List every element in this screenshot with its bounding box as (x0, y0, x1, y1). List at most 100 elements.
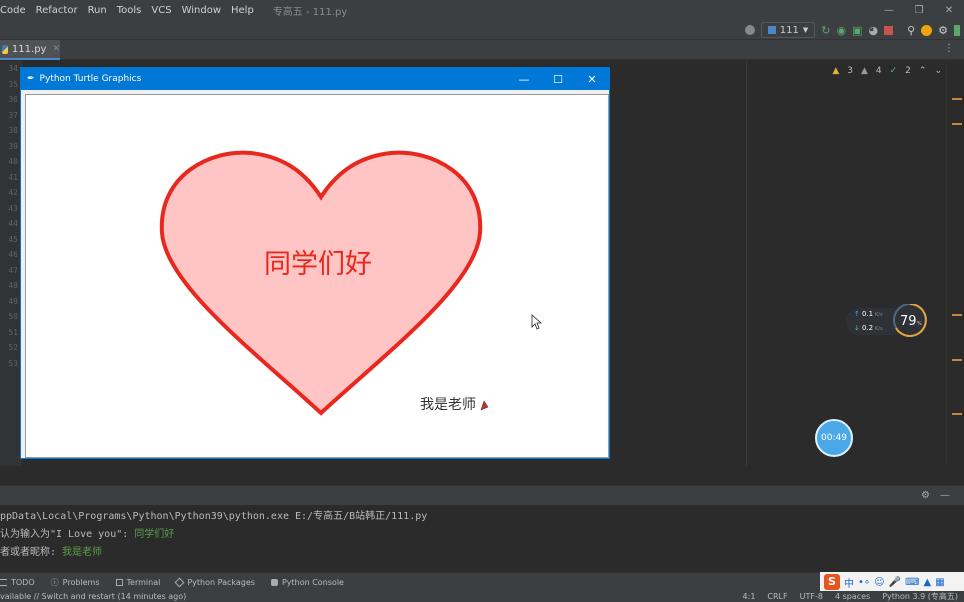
line-number: 50 (8, 312, 18, 321)
ime-mode[interactable]: 中 (844, 575, 854, 590)
debug-icon[interactable]: ◉ (836, 24, 846, 37)
window-controls: — ❐ ✕ (874, 0, 964, 20)
line-separator[interactable]: CRLF (767, 591, 787, 602)
tool-problems[interactable]: ⓘ Problems (51, 577, 100, 588)
mouse-pointer-icon (531, 314, 543, 330)
update-icon[interactable] (921, 24, 933, 36)
turtle-window-titlebar[interactable]: ✒ Python Turtle Graphics — ☐ ✕ (21, 68, 609, 90)
plugin-icon[interactable] (954, 24, 960, 36)
menu-help[interactable]: Help (226, 5, 259, 16)
stop-icon[interactable] (884, 25, 894, 35)
line-number: 52 (8, 343, 18, 352)
svg-text:↑: ↑ (854, 310, 860, 318)
info-icon: ⓘ (50, 577, 59, 587)
tab-label: 111.py (11, 43, 47, 55)
line-number: 46 (8, 250, 18, 259)
menu-run[interactable]: Run (83, 5, 112, 16)
tab-111-py[interactable]: 111.py ✕ (0, 40, 60, 60)
turtle-maximize-icon[interactable]: ☐ (541, 73, 575, 86)
error-stripe-mark[interactable] (952, 123, 962, 125)
line-number: 43 (8, 203, 18, 213)
profile-icon[interactable]: ◕ (868, 24, 878, 37)
skin-icon[interactable]: ▲ (924, 577, 932, 588)
turtle-window-title: Python Turtle Graphics (39, 74, 142, 84)
line-number: 47 (8, 265, 18, 275)
menu-tools[interactable]: Tools (112, 5, 147, 16)
chevron-down-icon[interactable]: ⌄ (934, 66, 942, 76)
upload-speed: 0.1 (862, 310, 873, 318)
svg-text:↓: ↓ (854, 324, 860, 332)
emoji-icon[interactable]: ☺ (874, 577, 884, 588)
console-output-line: 认为输入为"I Love you": 同学们好 (0, 526, 964, 544)
ide-window: Code Refactor Run Tools VCS Window Help … (0, 0, 964, 602)
tool-python-console[interactable]: Python Console (270, 578, 344, 587)
turtle-cursor-icon (480, 400, 489, 411)
more-tabs-icon[interactable]: ⋮ (944, 43, 954, 54)
layers-icon (174, 577, 185, 587)
file-encoding[interactable]: UTF-8 (800, 591, 823, 602)
run-console[interactable]: ppData\Local\Programs\Python\Python39\py… (0, 505, 964, 572)
console-output-line: 者或者昵称: 我是老师 (0, 544, 964, 562)
console-prompt: 认为输入为"I Love you": (0, 529, 135, 540)
search-icon[interactable]: ⚲ (907, 24, 915, 37)
turtle-close-icon[interactable]: ✕ (575, 73, 609, 86)
turtle-minimize-icon[interactable]: — (507, 73, 541, 86)
close-tab-icon[interactable]: ✕ (52, 44, 60, 54)
chevron-up-icon[interactable]: ⌃ (919, 66, 927, 76)
inspection-widget[interactable]: ▲ 3 ▲ 4 ✓ 2 ⌃ ⌄ (832, 66, 942, 76)
coverage-icon[interactable]: ▣ (852, 24, 862, 37)
indent-setting[interactable]: 4 spaces (835, 591, 870, 602)
minimize-icon[interactable]: — (874, 5, 904, 16)
python-interpreter[interactable]: Python 3.9 (专高五) (882, 591, 958, 602)
heart-text: 同学们好 (264, 249, 372, 280)
line-number: 37 (8, 110, 18, 120)
chevron-down-icon: ▼ (802, 26, 809, 34)
run-panel-header: ⚙ — (0, 485, 964, 505)
line-number: 48 (8, 281, 18, 290)
line-number: 42 (8, 188, 18, 197)
rerun-icon[interactable]: ↻ (821, 24, 830, 37)
menu-vcs[interactable]: VCS (146, 5, 176, 16)
input-method-bar[interactable]: S 中 •∘ ☺ 🎤 ⌨ ▲ ▦ (820, 572, 964, 592)
tool-todo[interactable]: TODO (0, 578, 35, 587)
ok-count: 2 (905, 66, 911, 76)
editor-tabs: 111.py ✕ ⋮ (0, 40, 964, 60)
recording-timer[interactable]: 00:49 (815, 419, 853, 457)
menu-code[interactable]: Code (0, 5, 31, 16)
error-stripe-mark[interactable] (952, 413, 962, 415)
tools-icon[interactable]: ▦ (935, 577, 944, 588)
hide-panel-icon[interactable]: — (940, 490, 950, 501)
tool-python-packages-label: Python Packages (187, 577, 255, 587)
status-message[interactable]: vailable // Switch and restart (14 minut… (0, 591, 186, 602)
microphone-icon[interactable]: 🎤 (889, 577, 901, 588)
restore-icon[interactable]: ❐ (904, 5, 934, 16)
tool-python-packages[interactable]: Python Packages (174, 577, 255, 587)
terminal-icon (115, 578, 123, 586)
error-stripe-mark[interactable] (952, 359, 962, 361)
run-configuration-select[interactable]: 111 ▼ (760, 22, 816, 38)
punctuation-icon[interactable]: •∘ (858, 577, 870, 588)
turtle-canvas[interactable]: 同学们好 我是老师 (25, 94, 609, 458)
warning-icon: ▲ (832, 66, 840, 76)
settings-icon[interactable]: ⚙ (938, 24, 948, 37)
user-icon[interactable] (744, 25, 755, 35)
error-stripe-mark[interactable] (952, 98, 962, 100)
gear-icon[interactable]: ⚙ (921, 490, 930, 501)
close-icon[interactable]: ✕ (934, 5, 964, 16)
feather-icon: ✒ (27, 74, 35, 84)
editor-scrollbar[interactable] (946, 61, 964, 466)
heart-shape (159, 150, 483, 416)
signature-text: 我是老师 (420, 397, 476, 413)
line-number: 35 (8, 79, 18, 89)
line-number: 38 (8, 126, 18, 135)
tool-terminal[interactable]: Terminal (115, 578, 160, 587)
tool-problems-label: Problems (62, 577, 100, 587)
console-input-value: 我是老师 (62, 547, 103, 558)
project-title: 专高五 - 111.py (272, 6, 348, 18)
menu-window[interactable]: Window (177, 5, 226, 16)
error-stripe-mark[interactable] (952, 314, 962, 316)
caret-position[interactable]: 4:1 (743, 591, 756, 602)
keyboard-icon[interactable]: ⌨ (905, 577, 919, 588)
menu-refactor[interactable]: Refactor (31, 5, 83, 16)
run-config-label: 111 (779, 24, 799, 36)
